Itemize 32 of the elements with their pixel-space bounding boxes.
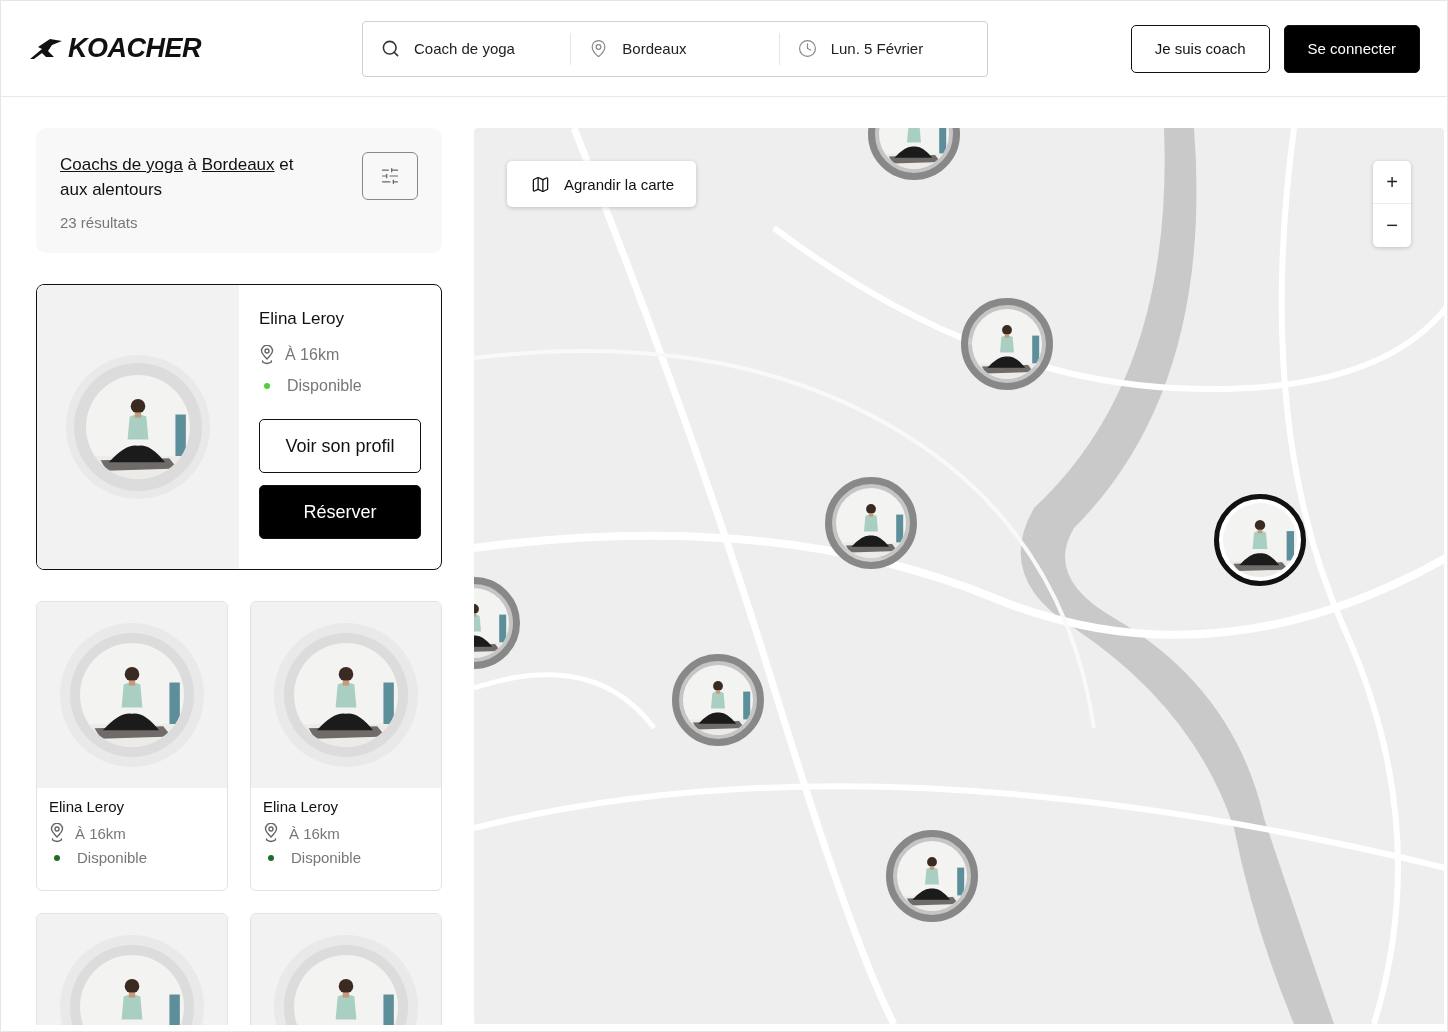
- coach-status: Disponible: [291, 849, 362, 866]
- title-link[interactable]: Bordeaux: [201, 155, 275, 174]
- coach-button[interactable]: Je suis coach: [1130, 24, 1270, 73]
- login-button[interactable]: Se connecter: [1283, 24, 1420, 73]
- coach-distance: À 16km: [75, 824, 126, 842]
- coach-distance: À 16km: [289, 824, 340, 842]
- search-icon: [381, 39, 400, 58]
- filter-icon: [380, 166, 400, 186]
- coach-card[interactable]: Elina Leroy À 16km Disponible Voir son profil Réserver: [36, 284, 442, 570]
- location-pin-icon: [259, 345, 275, 365]
- runner-logo-icon: [28, 36, 64, 61]
- coach-status: Disponible: [77, 849, 148, 866]
- coach-card[interactable]: Elina Leroy À 16km Disponible: [250, 601, 442, 891]
- search-field[interactable]: Bordeaux: [622, 40, 687, 57]
- title-link[interactable]: Coachs de yoga: [60, 155, 183, 174]
- coach-name: Elina Leroy: [49, 798, 126, 815]
- coach-name: Elina Leroy: [259, 309, 346, 329]
- results-title: Coachs de yoga à Bordeaux et aux alentours: [60, 154, 295, 201]
- coach-distance: À 16km: [285, 346, 340, 364]
- profile-button[interactable]: Voir son profil: [259, 419, 421, 473]
- logo-text: KOACHER: [68, 33, 201, 64]
- filter-button[interactable]: [362, 152, 418, 200]
- search-field[interactable]: Lun. 5 Février: [830, 40, 924, 57]
- results-count: 23 résultats: [60, 214, 139, 231]
- coach-name: Elina Leroy: [263, 798, 340, 815]
- location-pin-icon: [49, 823, 65, 843]
- coach-status: Disponible: [287, 377, 362, 395]
- search-field[interactable]: Coach de yoga: [414, 40, 515, 57]
- location-pin-icon: [263, 823, 279, 843]
- book-button[interactable]: Réserver: [259, 485, 421, 539]
- clock-icon: [797, 39, 817, 58]
- coach-card[interactable]: Elina Leroy À 16km Disponible: [36, 601, 228, 891]
